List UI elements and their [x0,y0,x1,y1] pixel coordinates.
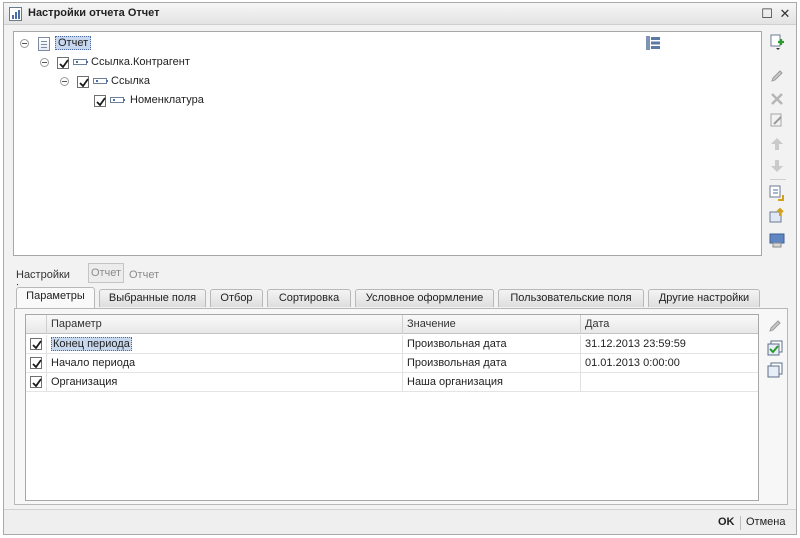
row-checkbox[interactable] [30,357,42,369]
collapse-icon[interactable] [60,77,69,86]
column-header-parameter[interactable]: Параметр [46,315,402,334]
tab-filter[interactable]: Отбор [210,289,263,307]
row-value[interactable]: Произвольная дата [402,335,580,354]
properties-icon[interactable] [768,112,786,130]
import-icon[interactable] [768,184,786,202]
delete-x-icon[interactable] [768,90,786,108]
uncheck-all-icon[interactable] [766,361,784,379]
row-parameter-text: Конец периода [51,337,132,351]
collapse-icon[interactable] [40,58,49,67]
row-parameter[interactable]: Организация [46,373,402,392]
grid-header: Параметр Значение Дата [26,315,758,334]
tab-user-fields[interactable]: Пользовательские поля [498,289,644,307]
report-window-icon [9,7,22,21]
structure-tree[interactable]: Отчет Ссылка.Контрагент Ссылка Номенклат… [13,31,762,256]
tab-other-settings[interactable]: Другие настройки [648,289,760,307]
table-row[interactable]: Организация Наша организация [26,373,758,392]
row-parameter[interactable]: Начало периода [46,354,402,373]
report-icon [38,37,50,51]
tree-node-checkbox[interactable] [94,95,106,107]
tab-conditional-formatting[interactable]: Условное оформление [355,289,494,307]
field-icon [93,78,108,84]
tree-node-checkbox[interactable] [77,76,89,88]
tab-sorting[interactable]: Сортировка [267,289,351,307]
save-layout-icon[interactable] [768,231,786,249]
add-item-icon[interactable] [768,33,786,51]
field-icon [110,97,125,103]
settings-window: Настройки отчета Отчет ☐ ✕ Отчет Ссылка.… [3,2,797,535]
tree-node-label[interactable]: Ссылка [111,75,150,87]
footer-separator [740,516,741,530]
collapse-icon[interactable] [20,39,29,48]
row-value[interactable]: Произвольная дата [402,354,580,373]
row-checkbox[interactable] [30,376,42,388]
edit-pencil-icon[interactable] [768,67,786,85]
table-row[interactable]: Начало периода Произвольная дата 01.01.2… [26,354,758,373]
tab-selected-fields[interactable]: Выбранные поля [99,289,206,307]
field-icon [73,59,88,65]
column-header-date[interactable]: Дата [580,315,758,334]
parameters-grid[interactable]: Параметр Значение Дата Конец периода Про… [25,314,759,501]
move-down-icon[interactable] [768,157,786,175]
tree-node-checkbox[interactable] [57,57,69,69]
close-icon[interactable]: ✕ [777,6,793,22]
row-date[interactable]: 01.01.2013 0:00:00 [580,354,758,373]
cancel-button[interactable]: Отмена [746,516,785,528]
edit-pencil-icon[interactable] [766,317,784,335]
tree-node-label[interactable]: Номенклатура [130,94,204,106]
maximize-icon[interactable]: ☐ [759,6,775,22]
settings-value: Отчет [129,269,160,281]
tree-node-label[interactable]: Ссылка.Контрагент [91,56,190,68]
dialog-footer: OK Отмена [4,509,796,534]
toolbar-separator [770,179,786,180]
title-bar: Настройки отчета Отчет ☐ ✕ [4,3,796,25]
row-checkbox[interactable] [30,338,42,350]
tree-root-label[interactable]: Отчет [55,36,92,50]
row-date[interactable] [580,373,758,392]
export-icon[interactable] [768,207,786,225]
tab-parameters[interactable]: Параметры [16,287,95,308]
structure-icon[interactable] [645,35,661,51]
window-title: Настройки отчета Отчет [28,7,160,19]
table-row[interactable]: Конец периода Произвольная дата 31.12.20… [26,335,758,354]
row-parameter[interactable]: Конец периода [46,335,402,354]
settings-variant-button[interactable]: Отчет [88,263,124,283]
parameters-panel: Параметр Значение Дата Конец периода Про… [14,308,788,505]
column-header-value[interactable]: Значение [402,315,580,334]
check-all-icon[interactable] [766,339,784,357]
ok-button[interactable]: OK [718,516,735,528]
move-up-icon[interactable] [768,135,786,153]
row-value[interactable]: Наша организация [402,373,580,392]
row-date[interactable]: 31.12.2013 23:59:59 [580,335,758,354]
